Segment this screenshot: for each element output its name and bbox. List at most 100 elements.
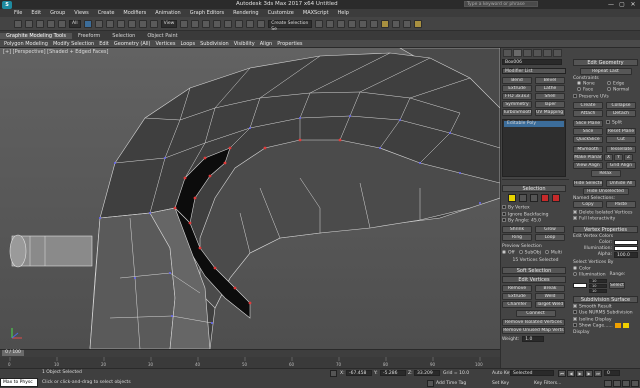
object-name-field[interactable]: Box006 (502, 59, 562, 65)
maximize-viewport-icon[interactable] (631, 380, 639, 387)
spinner-snap-icon[interactable] (246, 19, 255, 28)
modifier-stack[interactable]: Editable Poly (502, 119, 566, 177)
ribbon-align[interactable]: Align (260, 41, 273, 47)
time-slider-thumb[interactable]: 0 / 100 (2, 350, 24, 356)
z-coordinate-field[interactable]: 33.209 (414, 370, 440, 376)
ribbon-edit[interactable]: Edit (99, 41, 109, 47)
border-mode-icon[interactable] (530, 194, 538, 202)
element-mode-icon[interactable] (552, 194, 560, 202)
smooth-result-checkbox[interactable]: Smooth Result (573, 303, 638, 309)
bind-icon[interactable] (58, 19, 66, 28)
cage-selected-color-swatch[interactable] (622, 323, 629, 329)
bend-button[interactable]: Bend (502, 77, 532, 84)
planar-z-button[interactable]: Z (624, 153, 633, 161)
ribbon-geometry-all[interactable]: Geometry (All) (114, 41, 151, 47)
remove-unused-map-verts-button[interactable]: Remove Unused Map Verts (502, 327, 565, 334)
layer-icon[interactable] (337, 19, 346, 28)
percent-snap-icon[interactable] (235, 19, 244, 28)
quickslice-button[interactable]: QuickSlice (573, 135, 603, 143)
tab-object-paint[interactable]: Object Paint (141, 33, 183, 39)
select-by-color-radio[interactable]: Color (573, 265, 591, 271)
attach-button[interactable]: Attach (573, 109, 603, 117)
menu-modifiers[interactable]: Modifiers (123, 10, 146, 16)
ribbon-vertices[interactable]: Vertices (156, 41, 176, 47)
lathe-button[interactable]: Lathe (535, 85, 565, 92)
symmetry-button[interactable]: Symmetry (502, 101, 532, 108)
tab-graphite-modeling-tools[interactable]: Graphite Modeling Tools (0, 32, 73, 39)
selection-filter-dropdown[interactable]: All (69, 19, 81, 28)
vertex-color-swatch[interactable] (614, 239, 638, 245)
grid-align-button[interactable]: Grid Align (606, 161, 636, 169)
hierarchy-tab-icon[interactable] (523, 49, 532, 57)
curve-editor-icon[interactable] (359, 19, 368, 28)
menu-customize[interactable]: Customize (268, 10, 294, 16)
vertex-properties-rollout-title[interactable]: Vertex Properties (573, 225, 638, 233)
cut-button[interactable]: Cut (606, 135, 636, 143)
edge-mode-icon[interactable] (519, 194, 527, 202)
unlink-icon[interactable] (47, 19, 55, 28)
ribbon-modify-selection[interactable]: Modify Selection (53, 41, 94, 47)
show-cage-checkbox[interactable]: Show Cage...... (573, 323, 613, 329)
create-button[interactable]: Create (573, 101, 603, 109)
manipulate-icon[interactable] (191, 19, 200, 28)
unhide-all-button[interactable]: Unhide All (606, 179, 636, 187)
range-g-field[interactable]: 10 (589, 283, 607, 288)
make-planar-button[interactable]: Make Planar (573, 153, 603, 161)
by-vertex-checkbox[interactable]: By Vertex (502, 205, 569, 211)
add-time-tag[interactable]: Add Time Tag (436, 381, 466, 386)
shell-button[interactable]: Shell (535, 93, 565, 100)
tab-selection[interactable]: Selection (106, 33, 141, 39)
keyboard-shortcut-icon[interactable] (202, 19, 211, 28)
previous-frame-icon[interactable]: ◀ (567, 370, 575, 377)
maximize-button[interactable]: ▢ (617, 1, 627, 8)
taper-button[interactable]: Taper (535, 101, 565, 108)
ribbon-properties[interactable]: Properties (277, 41, 302, 47)
preserve-uvs-checkbox[interactable]: Preserve UVs (573, 94, 638, 100)
angle-snap-icon[interactable] (224, 19, 233, 28)
constraint-normal-radio[interactable]: Normal (607, 86, 637, 92)
ribbon-loops[interactable]: Loops (180, 41, 195, 47)
selection-rollout-title[interactable]: Selection (502, 185, 566, 192)
zoom-icon[interactable] (604, 380, 612, 387)
display-tab-icon[interactable] (543, 49, 552, 57)
constraint-face-radio[interactable]: Face (577, 86, 607, 92)
by-angle-checkbox[interactable]: By Angle: 45.0 (502, 218, 569, 224)
relax-button[interactable]: Relax (590, 169, 621, 177)
planar-y-button[interactable]: Y (614, 153, 623, 161)
chamfer-button[interactable]: Chamfer (502, 301, 532, 308)
menu-file[interactable]: File (14, 10, 22, 16)
planar-x-button[interactable]: X (604, 153, 613, 161)
target-weld-button[interactable]: Target Weld (535, 301, 565, 308)
tessellate-button[interactable]: Tessellate (606, 145, 636, 153)
msmooth-button[interactable]: MSmooth (573, 145, 603, 153)
menu-animation[interactable]: Animation (155, 10, 181, 16)
use-nurms-checkbox[interactable]: Use NURMS Subdivision (573, 310, 638, 316)
repeat-last-button[interactable]: Repeat Last (579, 68, 632, 75)
minimize-button[interactable]: — (606, 1, 616, 8)
perspective-viewport[interactable] (0, 48, 500, 349)
vertex-mode-icon[interactable] (508, 194, 516, 202)
redo-icon[interactable] (25, 19, 33, 28)
edit-vertices-rollout-title[interactable]: Edit Vertices (502, 276, 566, 283)
y-coordinate-field[interactable]: -5.286 (380, 370, 406, 376)
motion-tab-icon[interactable] (533, 49, 542, 57)
preview-subobj-radio[interactable]: SubObj (518, 249, 541, 255)
remove-button[interactable]: Remove (502, 285, 532, 292)
soft-selection-rollout-title[interactable]: Soft Selection (502, 267, 566, 274)
pan-icon[interactable] (613, 380, 621, 387)
current-frame-field[interactable]: 0 (604, 370, 620, 376)
render-icon[interactable] (414, 19, 423, 28)
app-icon[interactable]: S (2, 1, 12, 9)
ribbon-polygon-modeling[interactable]: Polygon Modeling (4, 41, 48, 47)
grow-button[interactable]: Grow (535, 225, 565, 233)
polygon-mode-icon[interactable] (541, 194, 549, 202)
viewport-label[interactable]: [+] [Perspective] [Shaded + Edged Faces] (3, 49, 109, 55)
alpha-field[interactable]: 100.0 (614, 251, 638, 258)
lock-selection-icon[interactable] (330, 370, 337, 377)
menu-edit[interactable]: Edit (31, 10, 41, 16)
stack-item-editable-poly[interactable]: Editable Poly (504, 121, 564, 127)
weight-field[interactable]: 1.0 (522, 336, 545, 342)
select-by-button[interactable]: Select (609, 282, 625, 289)
reference-coord-dropdown[interactable]: View (160, 19, 178, 28)
scale-icon[interactable] (149, 19, 158, 28)
